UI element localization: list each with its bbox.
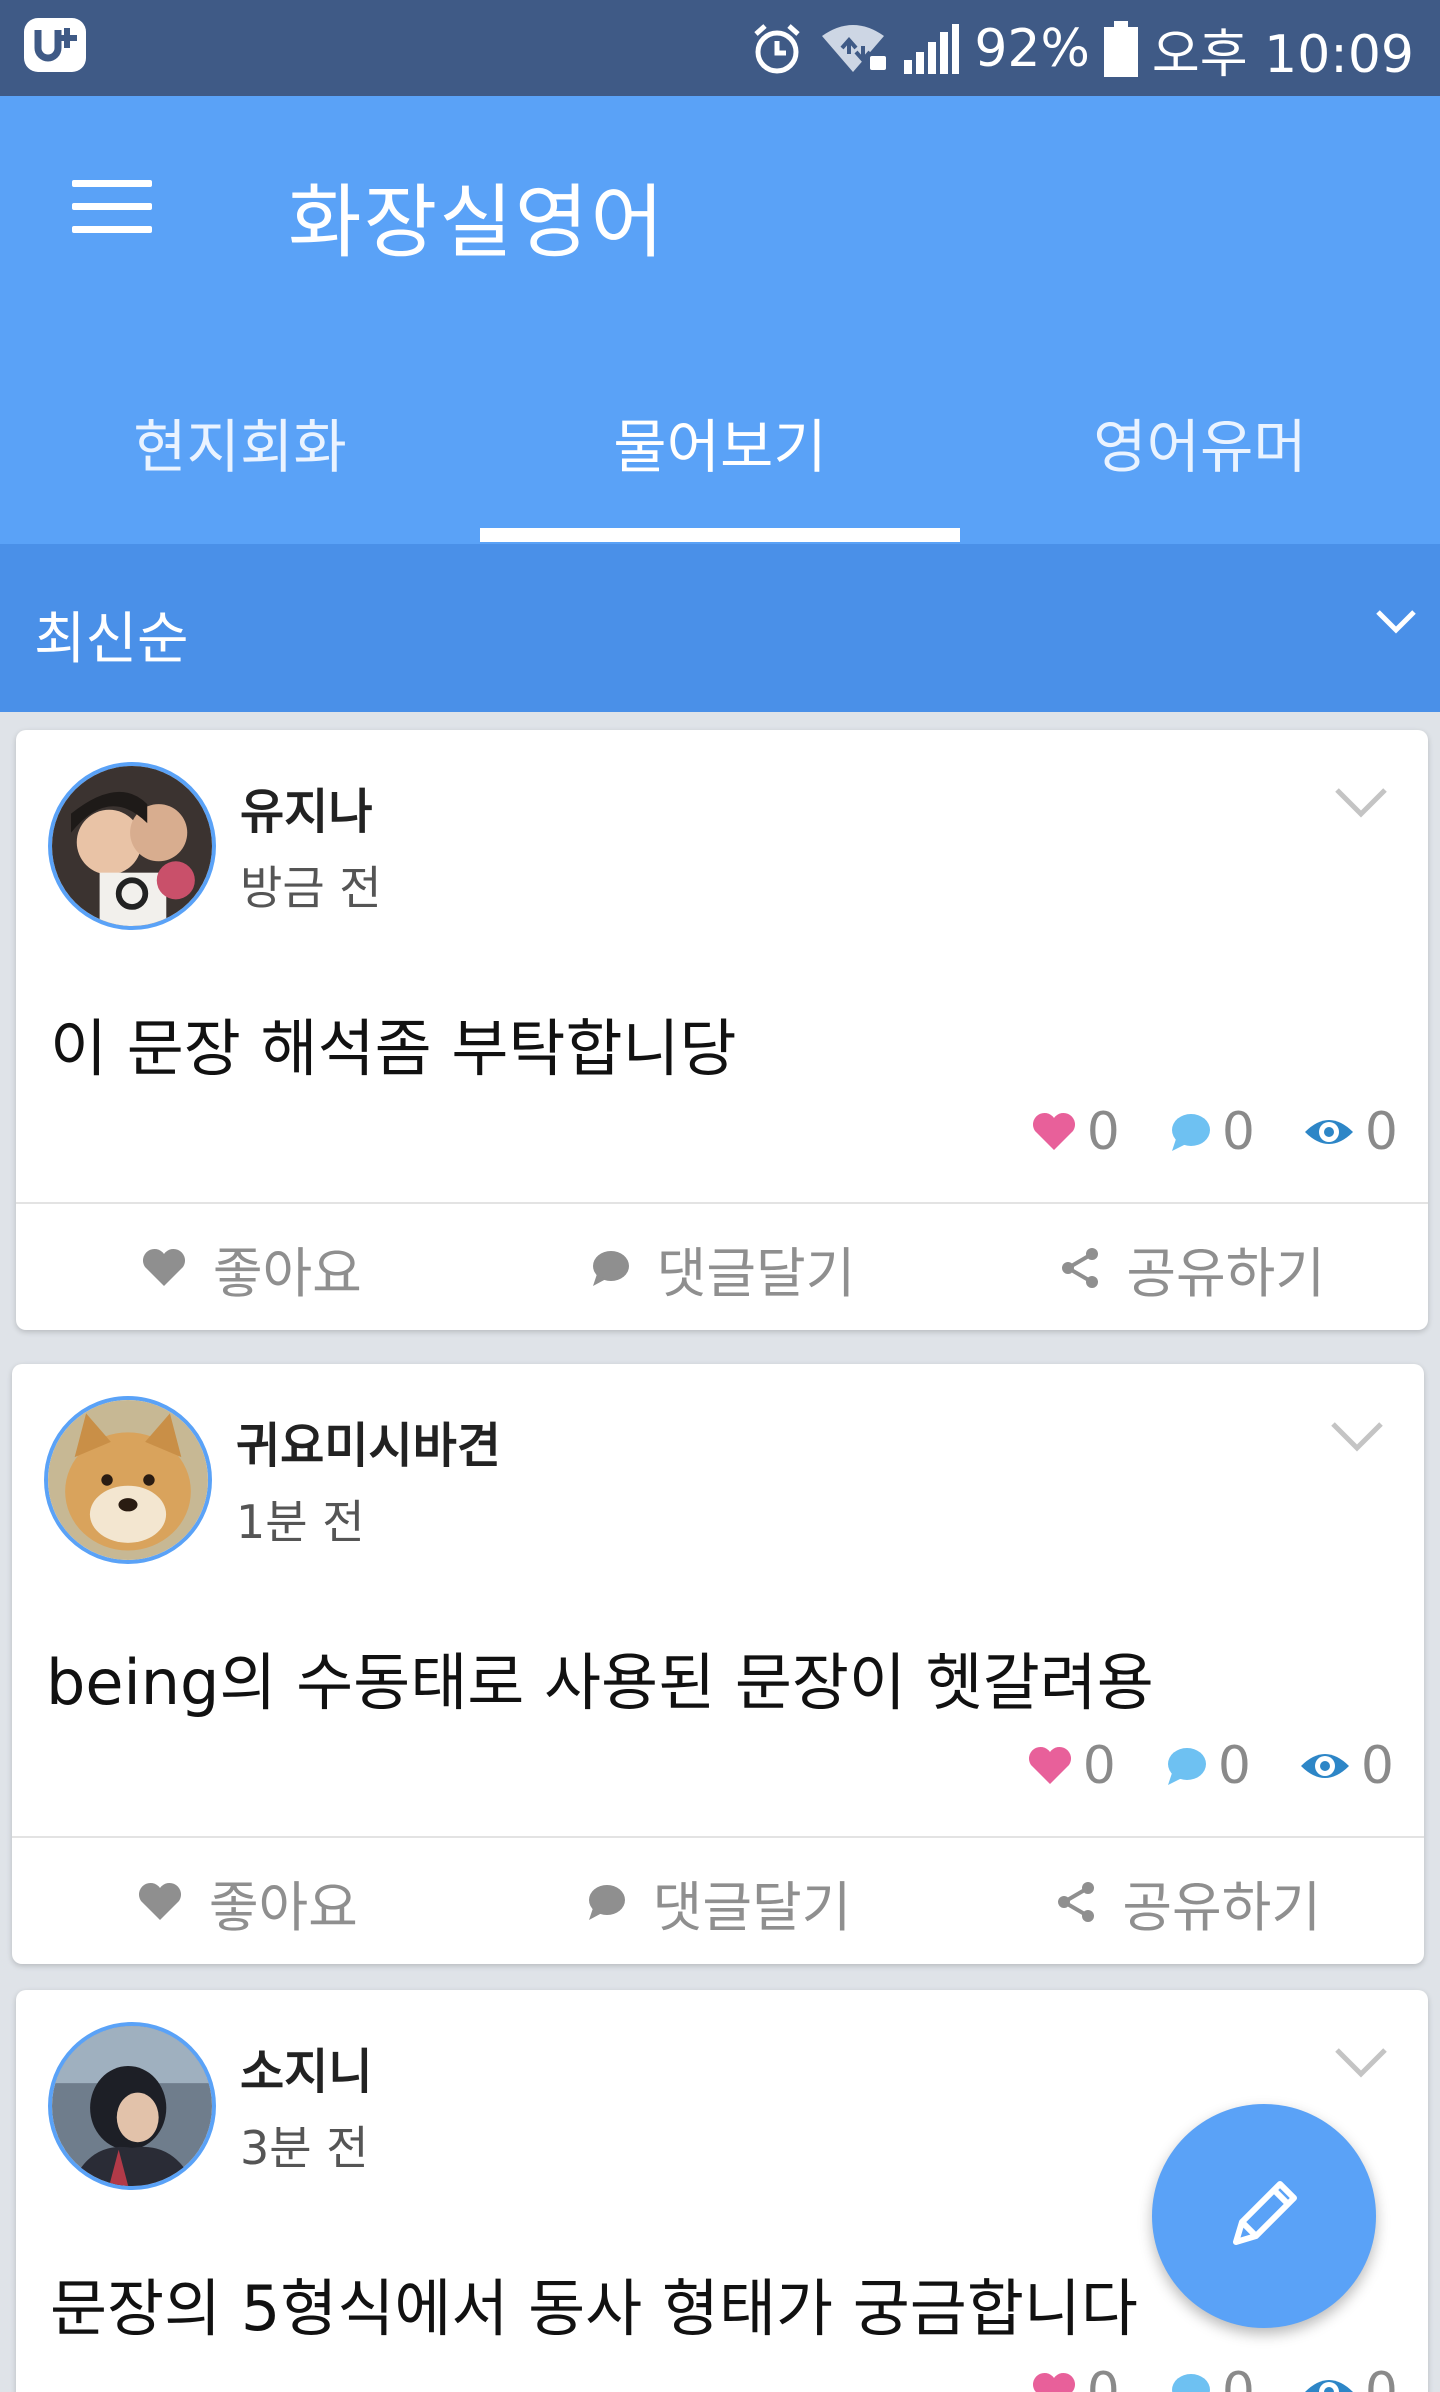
like-button[interactable]: 좋아요 <box>16 1204 487 1332</box>
comment-bubble-icon <box>1168 1111 1212 1153</box>
hamburger-icon <box>72 180 152 187</box>
like-count-value: 0 <box>1086 1102 1120 1162</box>
comment-bubble-icon <box>1168 2371 1212 2392</box>
sort-label: 최신순 <box>34 607 189 672</box>
view-count-value: 0 <box>1364 1102 1398 1162</box>
share-button[interactable]: 공유하기 <box>957 1204 1428 1332</box>
post-stats: 0 0 0 <box>1031 2362 1398 2392</box>
share-label: 공유하기 <box>1122 1875 1322 1939</box>
comment-bubble-icon <box>1164 1745 1208 1787</box>
signal-icon <box>902 22 960 76</box>
like-count-value: 0 <box>1086 2362 1120 2392</box>
avatar[interactable] <box>44 1396 212 1564</box>
comment-count-value: 0 <box>1217 1736 1251 1796</box>
post-time: 3분 전 <box>240 2121 369 2175</box>
post-card[interactable]: 귀요미시바견 1분 전 being의 수동태로 사용된 문장이 헷갈려용 0 0… <box>12 1364 1424 1964</box>
share-icon <box>1060 1247 1100 1289</box>
eye-icon <box>1299 1748 1351 1784</box>
hamburger-line <box>72 226 152 233</box>
post-stats: 0 0 0 <box>1027 1736 1394 1796</box>
menu-button[interactable] <box>72 180 152 234</box>
comment-icon <box>589 1248 631 1288</box>
heart-icon <box>1031 1112 1077 1152</box>
wifi-icon <box>818 22 888 76</box>
author-name[interactable]: 소지니 <box>240 2032 372 2102</box>
view-count-value: 0 <box>1364 2362 1398 2392</box>
eye-icon <box>1303 1114 1355 1150</box>
like-count: 0 <box>1031 2362 1120 2392</box>
share-label: 공유하기 <box>1126 1241 1326 1305</box>
tab-label: 영어유머 <box>1093 413 1307 481</box>
view-count: 0 <box>1303 2362 1398 2392</box>
author-name[interactable]: 귀요미시바견 <box>236 1406 501 1476</box>
avatar[interactable] <box>48 762 216 930</box>
app-title: 화장실영어 <box>288 176 666 269</box>
comment-count-value: 0 <box>1221 2362 1255 2392</box>
like-button[interactable]: 좋아요 <box>12 1838 483 1966</box>
battery-percent: 92% <box>974 19 1090 79</box>
comment-count: 0 <box>1168 1102 1255 1162</box>
post-time: 방금 전 <box>240 861 382 915</box>
sort-dropdown[interactable]: 최신순 <box>0 544 1440 712</box>
post-text[interactable]: 이 문장 해석좀 부탁합니당 <box>50 998 737 1088</box>
comment-label: 댓글달기 <box>656 1241 856 1305</box>
post-stats: 0 0 0 <box>1031 1102 1398 1162</box>
post-time: 1분 전 <box>236 1495 365 1549</box>
chevron-down-icon <box>1372 602 1420 642</box>
chevron-down-icon[interactable] <box>1332 2042 1390 2082</box>
comment-button[interactable]: 댓글달기 <box>487 1204 958 1332</box>
view-count-value: 0 <box>1360 1736 1394 1796</box>
heart-icon <box>1031 2372 1077 2392</box>
post-text[interactable]: being의 수동태로 사용된 문장이 헷갈려용 <box>46 1632 1154 1722</box>
tab-english-humor[interactable]: 영어유머 <box>960 380 1440 544</box>
like-count: 0 <box>1031 1102 1120 1162</box>
uplus-logo-icon <box>22 16 88 74</box>
comment-label: 댓글달기 <box>652 1875 852 1939</box>
like-label: 좋아요 <box>212 1241 362 1305</box>
comment-count: 0 <box>1164 1736 1251 1796</box>
like-label: 좋아요 <box>208 1875 358 1939</box>
tab-local-conversation[interactable]: 현지회화 <box>0 380 480 544</box>
like-count-value: 0 <box>1082 1736 1116 1796</box>
comment-count: 0 <box>1168 2362 1255 2392</box>
battery-icon <box>1103 21 1138 77</box>
chevron-down-icon[interactable] <box>1328 1416 1386 1456</box>
heart-icon <box>1027 1746 1073 1786</box>
post-text[interactable]: 문장의 5형식에서 동사 형태가 궁금합니다 <box>50 2258 1138 2348</box>
comment-button[interactable]: 댓글달기 <box>483 1838 954 1966</box>
post-actions: 좋아요 댓글달기 공유하기 <box>12 1838 1424 1966</box>
write-post-button[interactable] <box>1152 2104 1376 2328</box>
heart-outline-icon <box>141 1248 187 1288</box>
view-count: 0 <box>1299 1736 1394 1796</box>
status-bar: 92% 오후 10:09 <box>0 0 1440 96</box>
comment-icon <box>585 1882 627 1922</box>
tab-ask[interactable]: 물어보기 <box>480 380 960 544</box>
avatar[interactable] <box>48 2022 216 2190</box>
share-button[interactable]: 공유하기 <box>953 1838 1424 1966</box>
share-icon <box>1056 1881 1096 1923</box>
pencil-icon <box>1216 2166 1312 2266</box>
clock-time: 오후 10:09 <box>1151 24 1414 85</box>
tab-bar: 현지회화 물어보기 영어유머 <box>0 380 1440 544</box>
heart-outline-icon <box>137 1882 183 1922</box>
active-tab-indicator <box>480 528 960 542</box>
post-actions: 좋아요 댓글달기 공유하기 <box>16 1204 1428 1332</box>
post-card[interactable]: 유지나 방금 전 이 문장 해석좀 부탁합니당 0 0 0 좋아요 댓글달기 공… <box>16 730 1428 1330</box>
eye-icon <box>1303 2374 1355 2392</box>
tab-label: 현지회화 <box>133 413 347 481</box>
like-count: 0 <box>1027 1736 1116 1796</box>
hamburger-line <box>72 203 152 210</box>
alarm-icon <box>750 22 804 76</box>
chevron-down-icon[interactable] <box>1332 782 1390 822</box>
comment-count-value: 0 <box>1221 1102 1255 1162</box>
author-name[interactable]: 유지나 <box>240 772 372 842</box>
view-count: 0 <box>1303 1102 1398 1162</box>
tab-label: 물어보기 <box>613 413 827 481</box>
